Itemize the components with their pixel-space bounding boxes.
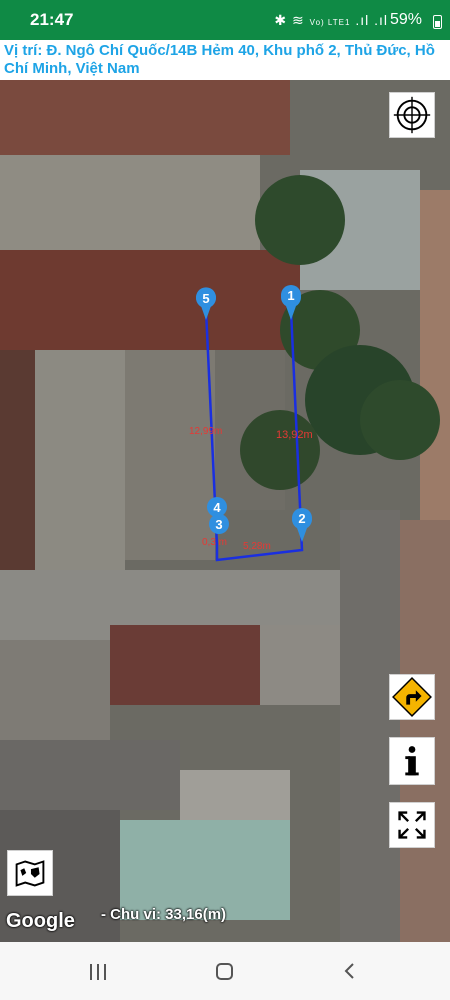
fullscreen-button[interactable]: [389, 802, 435, 848]
segment-length-label: 13,92m: [276, 429, 313, 441]
status-bar: 21:47 ✱ ≋ Vo) LTE1 .ıl .ıl 59%: [0, 0, 450, 40]
recent-apps-icon[interactable]: [90, 964, 108, 980]
perimeter-text: - Chu vi: 33,16(m): [101, 906, 227, 923]
satellite-imagery: 13,92m 5,28m 0,3 m 12,99m 1 2 3 4 5: [0, 80, 450, 942]
map-icon: [15, 860, 45, 887]
svg-text:4: 4: [213, 500, 221, 515]
segment-length-label: 5,28m: [243, 541, 271, 552]
svg-text:5: 5: [202, 291, 209, 306]
svg-text:3: 3: [215, 517, 222, 532]
location-bar: Vị trí: Đ. Ngô Chí Quốc/14B Hẻm 40, Khu …: [0, 40, 450, 80]
segment-length-label: 0,3 m: [202, 537, 227, 548]
map-type-button[interactable]: [7, 850, 53, 896]
signal-icon: .ıl: [374, 12, 388, 28]
info-icon: [405, 746, 419, 776]
status-time: 21:47: [30, 10, 74, 29]
battery-percent: 59%: [389, 11, 422, 28]
directions-button[interactable]: [389, 674, 435, 720]
info-button[interactable]: [389, 737, 435, 785]
wifi-icon: ≋: [292, 12, 305, 28]
home-icon[interactable]: [216, 963, 233, 980]
svg-text:2: 2: [298, 511, 305, 526]
segment-length-label: 12,99m: [189, 426, 222, 437]
crosshair-icon: [393, 96, 431, 134]
back-icon[interactable]: [343, 962, 355, 980]
status-icons: ✱ ≋ Vo) LTE1 .ıl .ıl: [274, 12, 388, 29]
bluetooth-icon: ✱: [274, 12, 288, 28]
turn-right-icon: [392, 677, 432, 717]
location-address: Vị trí: Đ. Ngô Chí Quốc/14B Hẻm 40, Khu …: [4, 42, 435, 77]
locate-button[interactable]: [389, 92, 435, 138]
volte-icon: Vo) LTE1: [309, 18, 351, 27]
map-view[interactable]: 13,92m 5,28m 0,3 m 12,99m 1 2 3 4 5 Goog…: [0, 80, 450, 942]
map-marker[interactable]: 4: [207, 497, 227, 517]
fullscreen-icon: [398, 811, 426, 839]
navigation-bar: [0, 942, 450, 1000]
svg-text:1: 1: [287, 288, 294, 303]
google-attribution: Google: [6, 910, 75, 932]
map-marker[interactable]: 3: [209, 514, 229, 534]
signal-icon: .ıl: [355, 12, 370, 28]
battery-icon: [433, 15, 442, 29]
